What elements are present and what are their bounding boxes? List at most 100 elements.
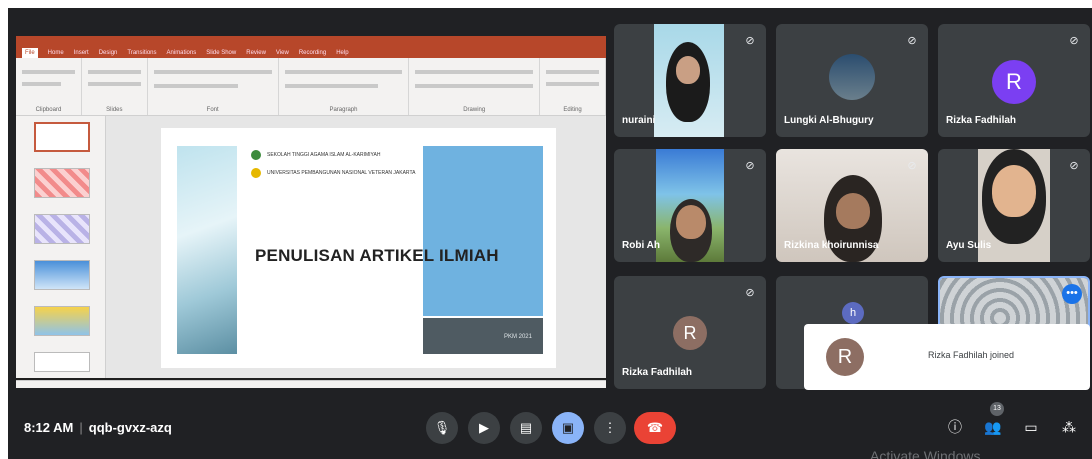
meet-window: File Home Insert Design Transitions Anim… <box>8 8 1092 459</box>
slide-year: PKM 2021 <box>503 334 532 340</box>
powerpoint-status-bar <box>16 380 606 388</box>
chat-icon: ▭ <box>1024 419 1038 435</box>
join-notification: R Rizka Fadhilah joined <box>804 324 1090 390</box>
slide-thumbnail[interactable] <box>34 168 90 198</box>
avatar: R <box>992 60 1036 104</box>
ribbon-tab: Slide Show <box>206 50 237 56</box>
activities-icon: ⁂ <box>1062 419 1076 435</box>
slide-thumbnail[interactable] <box>34 214 90 244</box>
mic-off-icon: ⊘ <box>1069 160 1079 172</box>
participant-name: Rizkina khoirunnisa <box>784 240 879 251</box>
slide-thumbnails <box>16 116 106 378</box>
participant-tile[interactable]: ⊘ Lungki Al-Bhugury <box>776 24 928 137</box>
more-options-button[interactable]: ⋮ <box>594 412 626 444</box>
ribbon-tab: Transitions <box>127 50 157 56</box>
control-bar: 8:12 AM | qqb-gvxz-azq 🎙 ▶ ▤ ▣ ⋮ ☎ ⓘ 👥 13 … <box>8 398 1092 459</box>
participant-video-face <box>836 193 870 229</box>
meeting-info: 8:12 AM | qqb-gvxz-azq <box>24 420 172 435</box>
join-notification-text: Rizka Fadhilah joined <box>928 350 1015 360</box>
ribbon-tab: Review <box>246 50 266 56</box>
phone-hangup-icon: ☎ <box>646 420 664 435</box>
windows-activation-watermark: Activate Windows <box>870 448 981 459</box>
slide-thumbnail[interactable] <box>34 352 90 372</box>
ribbon: Clipboard Slides Font Paragraph Drawing … <box>16 58 607 116</box>
ribbon-group: Font <box>148 58 279 115</box>
participant-name: Ayu Sulis <box>946 240 992 251</box>
participant-tile[interactable]: ⊘ nuraini <box>614 24 766 137</box>
present-icon: ▣ <box>561 420 575 435</box>
camera-button[interactable]: ▶ <box>468 412 500 444</box>
participant-name: nuraini <box>622 115 656 126</box>
meeting-details-button[interactable]: ⓘ <box>944 416 966 438</box>
shared-presentation: File Home Insert Design Transitions Anim… <box>16 36 607 388</box>
people-button[interactable]: 👥 <box>982 416 1004 438</box>
slide-institution-line: UNIVERSITAS PEMBANGUNAN NASIONAL VETERAN… <box>251 168 415 178</box>
ribbon-tab: Help <box>336 50 349 56</box>
institution-logo-icon <box>251 150 261 160</box>
info-icon: ⓘ <box>948 419 962 435</box>
participant-name: Robi Ah <box>622 240 660 251</box>
slide-title: PENULISAN ARTIKEL ILMIAH <box>255 246 499 265</box>
mic-off-icon: ⊘ <box>745 160 755 172</box>
slide-institution-line: SEKOLAH TINGGI AGAMA ISLAM AL-KARIMIYAH <box>251 150 380 160</box>
ribbon-group: Clipboard <box>16 58 82 115</box>
current-time: 8:12 AM <box>24 420 74 435</box>
slide-thumbnail[interactable] <box>34 260 90 290</box>
microphone-button[interactable]: 🎙 <box>426 412 458 444</box>
ribbon-group: Editing <box>540 58 607 115</box>
captions-button[interactable]: ▤ <box>510 412 542 444</box>
participant-tile[interactable]: ⊘ Rizkina khoirunnisa <box>776 149 928 262</box>
participant-video <box>656 149 724 262</box>
ribbon-group: Drawing <box>409 58 541 115</box>
slide-blue-panel <box>423 146 543 316</box>
ribbon-tabs: File Home Insert Design Transitions Anim… <box>16 48 606 58</box>
participant-video <box>654 24 724 137</box>
ribbon-tab: Design <box>98 50 118 56</box>
powerpoint-title-bar <box>16 36 606 48</box>
people-icon: 👥 <box>984 419 1002 435</box>
slide-photo <box>177 146 237 354</box>
mic-off-icon: ⊘ <box>907 160 917 172</box>
participant-photo <box>829 54 875 100</box>
ribbon-tab: Insert <box>73 50 89 56</box>
participant-name: Rizka Fadhilah <box>946 115 1017 126</box>
end-call-button[interactable]: ☎ <box>634 412 676 444</box>
avatar: R <box>673 316 707 350</box>
captions-icon: ▤ <box>519 420 533 435</box>
ribbon-tab: Home <box>47 50 64 56</box>
chat-button[interactable]: ▭ <box>1020 416 1042 438</box>
activities-button[interactable]: ⁂ <box>1058 416 1080 438</box>
participant-tile[interactable]: ⊘ Ayu Sulis <box>938 149 1090 262</box>
ribbon-group: Paragraph <box>279 58 410 115</box>
slide-thumbnail[interactable] <box>34 122 90 152</box>
present-button[interactable]: ▣ <box>552 412 584 444</box>
ribbon-tab: Recording <box>298 50 327 56</box>
microphone-icon: 🎙 <box>433 420 451 435</box>
camera-icon: ▶ <box>479 420 489 435</box>
participant-video-face <box>676 56 700 84</box>
participant-video-face <box>992 165 1036 217</box>
current-slide: SEKOLAH TINGGI AGAMA ISLAM AL-KARIMIYAH … <box>161 128 556 368</box>
participant-video-face <box>676 205 706 239</box>
participant-name: Lungki Al-Bhugury <box>784 115 874 126</box>
slide-workspace: SEKOLAH TINGGI AGAMA ISLAM AL-KARIMIYAH … <box>16 116 606 378</box>
participant-tile[interactable]: R ⊘ Rizka Fadhilah <box>938 24 1090 137</box>
ribbon-tab: View <box>275 50 289 56</box>
ribbon-group: Slides <box>82 58 148 115</box>
mic-off-icon: ⊘ <box>745 35 755 47</box>
meeting-code: qqb-gvxz-azq <box>88 420 172 435</box>
ribbon-tab: File <box>22 48 38 58</box>
more-options-icon[interactable]: ••• <box>1062 284 1082 304</box>
mic-off-icon: ⊘ <box>1069 35 1079 47</box>
mic-off-icon: ⊘ <box>745 287 755 299</box>
avatar: h <box>842 302 864 324</box>
institution-logo-icon <box>251 168 261 178</box>
slide-thumbnail[interactable] <box>34 306 90 336</box>
participant-tile[interactable]: R ⊘ Rizka Fadhilah <box>614 276 766 389</box>
participant-tile[interactable]: ⊘ Robi Ah <box>614 149 766 262</box>
participant-name: Rizka Fadhilah <box>622 367 693 378</box>
avatar: R <box>826 338 864 376</box>
more-vert-icon: ⋮ <box>603 420 617 435</box>
people-count-badge: 13 <box>990 402 1004 416</box>
ribbon-tab: Animations <box>166 50 197 56</box>
